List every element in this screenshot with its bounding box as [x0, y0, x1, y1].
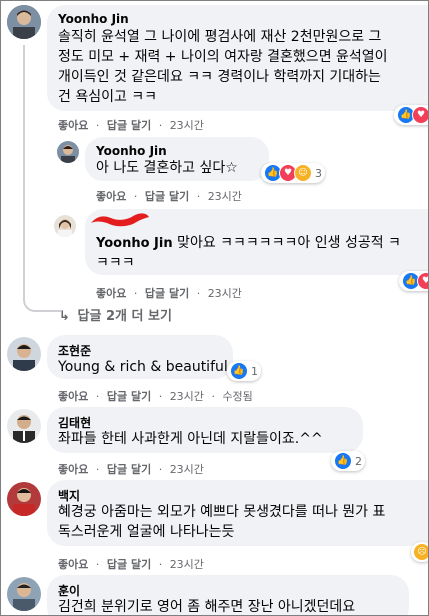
comment-text-line: 건 욕심이고 ㅋㅋ — [58, 89, 158, 105]
timestamp[interactable]: 23시간 — [170, 119, 204, 132]
reaction-summary[interactable]: 👍 ♥ 2 — [399, 271, 428, 291]
like-button[interactable]: 좋아요 — [58, 463, 88, 476]
reply-button[interactable]: 답글 달기 — [107, 390, 151, 403]
mention-link[interactable]: Yoonho Jin — [96, 236, 173, 251]
love-icon: ♥ — [412, 106, 428, 124]
avatar[interactable] — [57, 141, 79, 163]
comment-text: Young & rich & beautiful — [58, 359, 228, 375]
haha-icon: ☺ — [294, 164, 312, 182]
reply-button[interactable]: 답글 달기 — [145, 190, 189, 203]
thread-line — [23, 45, 61, 312]
reaction-count: 2 — [355, 454, 362, 468]
reply-arrow-icon: ↳ — [59, 309, 70, 324]
avatar[interactable] — [7, 409, 41, 443]
avatar[interactable] — [7, 482, 41, 516]
comment-actions: 좋아요 · 답글 달기 · 23시간 — [58, 463, 204, 476]
timestamp[interactable]: 23시간 — [170, 390, 204, 403]
like-icon: 👍 — [230, 362, 248, 380]
reply-actions: 좋아요 · 답글 달기 · 23시간 — [96, 287, 242, 300]
reply-actions: 좋아요 · 답글 달기 · 23시간 — [96, 190, 242, 203]
comment-text: 김건희 분위기로 영어 좀 해주면 장난 아니겠던데요 — [58, 599, 356, 615]
comment-actions: 좋아요 · 답글 달기 · 23시간 · 수정됨 — [58, 390, 253, 403]
like-button[interactable]: 좋아요 — [58, 390, 88, 403]
avatar[interactable] — [7, 577, 41, 611]
comment-text-line: 개이득인 것 같은데요 ㅋㅋ 경력이나 학력까지 기대하는 — [58, 69, 381, 85]
comment-text-line: 솔직히 윤석열 그 나이에 평검사에 재산 2천만원으로 그 — [58, 29, 382, 45]
edited-label[interactable]: 수정됨 — [222, 390, 252, 403]
timestamp[interactable]: 23시간 — [170, 558, 204, 571]
reply-button[interactable]: 답글 달기 — [107, 558, 151, 571]
comment-actions: 좋아요 · 답글 달기 · 23시간 — [58, 558, 204, 571]
timestamp[interactable]: 23시간 — [170, 463, 204, 476]
redaction-mark — [91, 213, 149, 227]
comment-text-line: 독스러운게 얼굴에 나타나는듯 — [58, 524, 235, 540]
avatar[interactable] — [7, 5, 41, 39]
timestamp[interactable]: 23시간 — [208, 190, 242, 203]
like-icon: 👍 — [334, 452, 352, 470]
sad-icon: ☹ — [413, 543, 428, 561]
avatar[interactable] — [7, 337, 41, 371]
reply-author[interactable]: Yoonho Jin — [96, 144, 167, 158]
avatar[interactable] — [54, 215, 76, 237]
reply-button[interactable]: 답글 달기 — [107, 119, 151, 132]
reply-text-line: ㅋㅋㅋ — [96, 255, 135, 271]
reaction-count: 1 — [251, 364, 258, 378]
love-icon: ♥ — [417, 272, 428, 290]
reply-text: 아 나도 결혼하고 싶다☆ — [96, 160, 238, 176]
like-button[interactable]: 좋아요 — [58, 119, 88, 132]
timestamp[interactable]: 23시간 — [208, 287, 242, 300]
like-button[interactable]: 좋아요 — [96, 287, 126, 300]
reaction-summary[interactable]: 👍 1 — [227, 361, 261, 381]
comment-text: 좌파들 한테 사과한게 아닌데 지랄들이죠.^^ — [58, 431, 323, 447]
comment-author[interactable]: Yoonho Jin — [58, 12, 129, 26]
comment-text-line: 정도 미모 + 재력 + 나이의 여자랑 결혼했으면 윤석열이 — [58, 49, 388, 65]
reply-button[interactable]: 답글 달기 — [145, 287, 189, 300]
reaction-summary[interactable]: 👍 ♥ ☺ 3 — [261, 163, 325, 183]
reaction-summary[interactable]: 👍 ♥ 2 — [394, 105, 428, 125]
comment-actions: 좋아요 · 답글 달기 · 23시간 — [58, 119, 204, 132]
reaction-summary[interactable]: 👍 2 — [331, 451, 365, 471]
like-button[interactable]: 좋아요 — [58, 558, 88, 571]
comment-thread: Yoonho Jin 솔직히 윤석열 그 나이에 평검사에 재산 2천만원으로 … — [0, 0, 429, 616]
comment-text-line: 혜경궁 아줌마는 외모가 예쁘다 못생겼다를 떠나 뭔가 표 — [58, 504, 386, 520]
reply-text-line: Yoonho Jin 맞아요 ㅋㅋㅋㅋㅋㅋ아 인생 성공적 ㅋ — [96, 235, 401, 251]
reaction-summary[interactable]: ☹ — [411, 542, 428, 562]
reaction-count: 3 — [315, 166, 322, 180]
reply-button[interactable]: 답글 달기 — [107, 463, 151, 476]
like-button[interactable]: 좋아요 — [96, 190, 126, 203]
view-more-replies-button[interactable]: ↳ 답글 2개 더 보기 — [59, 305, 172, 324]
